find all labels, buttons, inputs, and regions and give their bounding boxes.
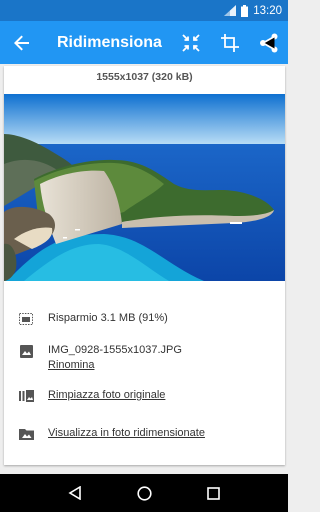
compress-icon [181, 33, 200, 52]
nav-recents-icon[interactable] [207, 486, 221, 500]
back-arrow-icon [14, 35, 29, 50]
replace-row[interactable]: Rimpiazza foto originale [4, 388, 285, 403]
replace-original-link[interactable]: Rimpiazza foto originale [48, 388, 165, 403]
view-row[interactable]: Visualizza in foto ridimensionate [4, 426, 285, 441]
savings-row: Risparmio 3.1 MB (91%) [4, 311, 285, 326]
status-bar: 13:20 [0, 0, 288, 21]
photo-size-icon [19, 313, 33, 325]
nav-home-icon[interactable] [137, 485, 152, 501]
app-bar: Ridimensiona [0, 21, 288, 64]
replace-photos-icon [18, 390, 34, 402]
crop-icon [220, 33, 239, 52]
back-button[interactable] [0, 21, 44, 64]
savings-text: Risparmio 3.1 MB (91%) [48, 312, 168, 324]
view-resized-link[interactable]: Visualizza in foto ridimensionate [48, 426, 205, 441]
filename-text: IMG_0928-1555x1037.JPG [48, 344, 182, 356]
photo-folder-icon [18, 429, 34, 440]
share-icon [259, 33, 277, 52]
system-nav-bar [0, 474, 288, 512]
filename-row: IMG_0928-1555x1037.JPG Rinomina [4, 343, 285, 373]
landscape-image [4, 94, 285, 281]
crop-button[interactable] [210, 21, 249, 64]
clock: 13:20 [253, 4, 282, 17]
result-card: 1555x1037 (320 kB) Risparmio 3.1 MB (91%… [4, 66, 285, 465]
resized-photo[interactable] [4, 94, 285, 281]
share-button[interactable] [249, 21, 288, 64]
image-dimensions: 1555x1037 (320 kB) [96, 71, 193, 83]
nav-back-icon[interactable] [68, 486, 82, 500]
rename-link[interactable]: Rinomina [48, 358, 182, 373]
compress-button[interactable] [171, 21, 210, 64]
page-title: Ridimensiona [57, 33, 162, 51]
signal-icon [224, 5, 237, 16]
battery-icon [241, 4, 249, 17]
image-icon [19, 345, 33, 358]
